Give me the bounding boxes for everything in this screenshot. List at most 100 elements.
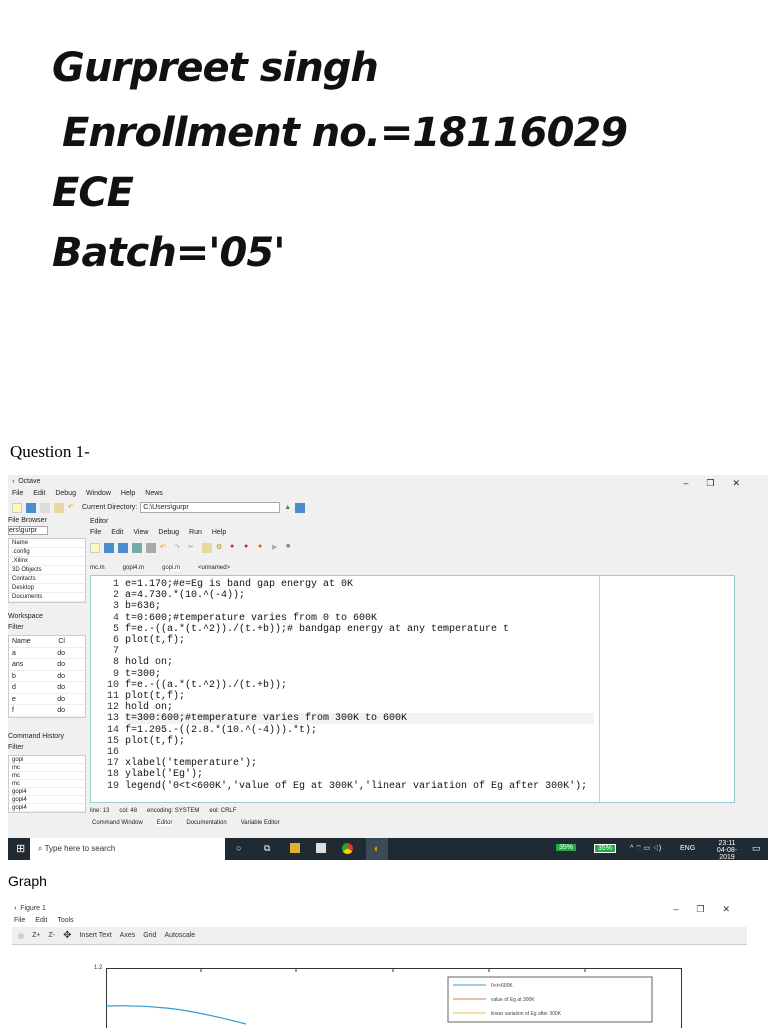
workspace-row[interactable]: ddo <box>9 682 85 694</box>
code-editor[interactable]: 1e=1.170;#e=Eg is band gap energy at 0K2… <box>90 575 735 803</box>
figure-menu-edit[interactable]: Edit <box>35 917 47 924</box>
file-item[interactable]: .config <box>9 548 85 557</box>
code-line[interactable]: hold on; <box>125 657 173 668</box>
prev-breakpoint-icon[interactable]: ● <box>258 543 268 553</box>
stop-icon[interactable]: ■ <box>286 543 296 553</box>
workspace-row[interactable]: fdo <box>9 705 85 717</box>
open-folder-icon[interactable] <box>26 503 36 513</box>
taskbar-search[interactable]: ⌕ Type here to search <box>30 838 225 860</box>
new-file-icon[interactable] <box>12 503 22 513</box>
menu-window[interactable]: Window <box>86 490 111 497</box>
chrome-icon[interactable] <box>342 843 353 854</box>
tab-command-window[interactable]: Command Window <box>92 820 143 826</box>
code-line[interactable]: t=300:600;#temperature varies from 300K … <box>125 713 594 724</box>
pan-icon[interactable]: ✥ <box>63 930 71 941</box>
paste-icon[interactable] <box>202 543 212 553</box>
tab-documentation[interactable]: Documentation <box>186 820 226 826</box>
menu-news[interactable]: News <box>145 490 163 497</box>
code-line[interactable]: xlabel('temperature'); <box>125 758 257 769</box>
code-line[interactable]: legend('0<t<600K','value of Eg at 300K',… <box>125 781 587 792</box>
notifications-icon[interactable]: ▭ <box>752 843 761 854</box>
copy-icon[interactable] <box>40 503 50 513</box>
figure-window-controls[interactable]: –❐✕ <box>673 904 748 915</box>
tab-unnamed[interactable]: <unnamed> <box>198 565 230 571</box>
insert-text-button[interactable]: Insert Text <box>79 932 111 939</box>
code-line[interactable]: f=e.-((a.*(t.^2))./(t.+b));# bandgap ene… <box>125 624 509 635</box>
open-icon[interactable] <box>104 543 114 553</box>
figure-menu-file[interactable]: File <box>14 917 25 924</box>
battery-indicator-1[interactable]: 35% <box>556 844 576 851</box>
history-item[interactable]: mc <box>9 764 85 772</box>
language-indicator[interactable]: ENG <box>680 845 695 852</box>
history-item[interactable]: mc <box>9 772 85 780</box>
file-item[interactable]: Contacts <box>9 575 85 584</box>
cut-icon[interactable]: ✂ <box>188 543 198 553</box>
run-icon[interactable]: ▶ <box>272 543 282 553</box>
history-item[interactable]: gopi4 <box>9 804 85 812</box>
code-line[interactable]: b=636; <box>125 601 161 612</box>
code-line[interactable]: plot(t,f); <box>125 736 185 747</box>
new-file-icon[interactable] <box>90 543 100 553</box>
rotate-icon[interactable]: ◎ <box>18 932 24 940</box>
undo-icon[interactable]: ↶ <box>160 543 170 553</box>
file-browser-path[interactable]: ers\gurpr <box>8 526 48 535</box>
code-line[interactable]: plot(t,f); <box>125 691 185 702</box>
code-line[interactable]: ylabel('Eg'); <box>125 769 203 780</box>
tab-gopi4[interactable]: gopi4.m <box>123 565 144 571</box>
current-dir-input[interactable]: C:\Users\gurpr <box>140 502 280 513</box>
code-line[interactable]: e=1.170;#e=Eg is band gap energy at 0K <box>125 579 353 590</box>
task-view-icon[interactable]: ⧉ <box>264 843 270 854</box>
tray-icons[interactable]: ^ ⌔ ▭ ◁) <box>630 844 661 853</box>
code-line[interactable]: hold on; <box>125 702 173 713</box>
go-up-icon[interactable]: ▲ <box>284 504 291 511</box>
history-item[interactable]: gopi4 <box>9 796 85 804</box>
editor-menu-view[interactable]: View <box>133 529 148 536</box>
workspace-row[interactable]: ado <box>9 648 85 660</box>
editor-menu-edit[interactable]: Edit <box>111 529 123 536</box>
windows-start-icon[interactable]: ⊞ <box>16 842 25 855</box>
tab-mc[interactable]: mc.m <box>90 565 105 571</box>
file-item[interactable]: Documents <box>9 593 85 602</box>
axes-button[interactable]: Axes <box>120 932 136 939</box>
code-line[interactable]: t=300; <box>125 669 161 680</box>
history-item[interactable]: gopi <box>9 756 85 764</box>
figure-menu-tools[interactable]: Tools <box>57 917 73 924</box>
editor-menu-file[interactable]: File <box>90 529 101 536</box>
zoom-in-button[interactable]: Z+ <box>32 932 40 939</box>
workspace-row[interactable]: edo <box>9 694 85 706</box>
workspace-row[interactable]: ansdo <box>9 659 85 671</box>
tab-variable-editor[interactable]: Variable Editor <box>241 820 280 826</box>
breakpoint-icon[interactable]: ● <box>230 543 240 553</box>
code-line[interactable]: a=4.730.*(10.^(-4)); <box>125 590 245 601</box>
workspace-filter[interactable]: Filter <box>8 624 86 631</box>
tab-editor[interactable]: Editor <box>157 820 173 826</box>
file-item[interactable]: .Xilinx <box>9 557 85 566</box>
grid-button[interactable]: Grid <box>143 932 156 939</box>
menu-edit[interactable]: Edit <box>33 490 45 497</box>
workspace-row[interactable]: bdo <box>9 671 85 683</box>
file-item[interactable]: Desktop <box>9 584 85 593</box>
settings-icon[interactable]: ⚙ <box>216 543 226 553</box>
editor-menu-debug[interactable]: Debug <box>158 529 179 536</box>
print-icon[interactable] <box>146 543 156 553</box>
code-line[interactable]: f=e.-((a.*(t.^2))./(t.+b)); <box>125 680 287 691</box>
menu-debug[interactable]: Debug <box>55 490 76 497</box>
editor-menu-help[interactable]: Help <box>212 529 226 536</box>
paste-icon[interactable] <box>54 503 64 513</box>
next-breakpoint-icon[interactable]: ● <box>244 543 254 553</box>
redo-icon[interactable]: ↷ <box>174 543 184 553</box>
file-column-header[interactable]: Name <box>9 539 85 548</box>
code-line[interactable]: f=1.205.-((2.8.*(10.^(-4))).*t); <box>125 725 317 736</box>
save-icon[interactable] <box>118 543 128 553</box>
window-controls[interactable]: –❐✕ <box>683 478 758 489</box>
undo-icon[interactable]: ↶ <box>68 503 78 513</box>
save-as-icon[interactable] <box>132 543 142 553</box>
file-item[interactable]: 3D Objects <box>9 566 85 575</box>
workspace-header[interactable]: NameCl <box>9 636 85 648</box>
editor-menu-run[interactable]: Run <box>189 529 202 536</box>
history-item[interactable]: mc <box>9 780 85 788</box>
clock[interactable]: 23:1104-08-2019 <box>710 840 744 861</box>
code-line[interactable]: plot(t,f); <box>125 635 185 646</box>
battery-indicator-2[interactable]: 35% <box>594 844 616 853</box>
tab-gopi[interactable]: gopi.m <box>162 565 180 571</box>
